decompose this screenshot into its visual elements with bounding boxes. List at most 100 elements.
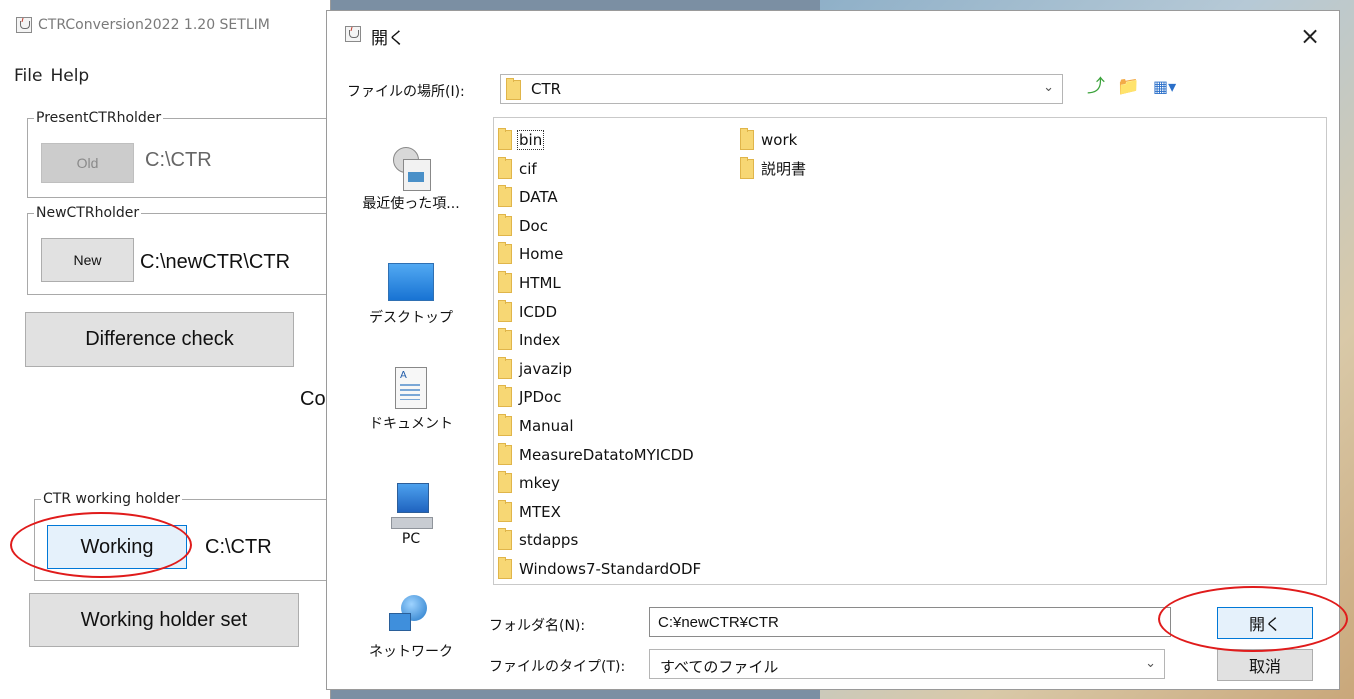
file-list-item-label: Doc	[519, 216, 548, 235]
file-type-combo[interactable]: すべてのファイル ⌄	[649, 649, 1165, 679]
file-list-item-label: mkey	[519, 474, 560, 493]
folder-icon	[498, 414, 512, 436]
file-list-item[interactable]: MeasureDatatoMYICDD	[498, 441, 695, 469]
working-holder-set-button[interactable]: Working holder set	[29, 593, 299, 647]
menu-help[interactable]: Help	[50, 66, 89, 86]
file-list-item[interactable]: 説明書	[740, 155, 807, 183]
file-list-item[interactable]: Doc	[498, 212, 549, 240]
file-list-item[interactable]: work	[740, 126, 798, 154]
folder-icon	[498, 356, 512, 379]
folder-icon	[740, 156, 754, 179]
cancel-button[interactable]: 取消	[1217, 649, 1313, 681]
documents-icon	[395, 367, 427, 409]
recent-items-icon	[389, 147, 433, 191]
place-pc[interactable]: PC	[345, 483, 477, 547]
file-list-item[interactable]: HTML	[498, 269, 562, 297]
look-in-combo[interactable]: CTR ⌄	[500, 74, 1063, 104]
folder-icon	[498, 385, 512, 408]
file-list-item[interactable]: ICDD	[498, 298, 558, 326]
folder-icon	[498, 499, 512, 522]
place-network[interactable]: ネットワーク	[345, 595, 477, 661]
file-list-item[interactable]: javazip	[498, 355, 573, 383]
close-icon[interactable]: ×	[1295, 21, 1325, 51]
chevron-down-icon: ⌄	[1043, 80, 1054, 95]
place-desktop-label: デスクトップ	[369, 310, 453, 326]
folder-icon	[498, 271, 512, 293]
truncated-label: Co	[300, 388, 326, 410]
file-list-item-label: cif	[519, 159, 537, 178]
working-path: C:\CTR	[205, 536, 272, 558]
file-list-item-label: Windows7-StandardODF	[519, 560, 702, 578]
place-documents[interactable]: ドキュメント	[345, 367, 477, 433]
place-pc-label: PC	[401, 531, 421, 547]
file-list-item[interactable]: MTEX	[498, 498, 562, 526]
view-menu-icon[interactable]: ▦▾	[1153, 77, 1176, 97]
open-dialog: 開く × ファイルの場所(I): CTR ⌄ ⤴ 📁 ▦▾ 最近使った項... …	[326, 10, 1340, 690]
menubar: File Help	[14, 66, 97, 86]
new-button[interactable]: New	[41, 238, 134, 282]
file-list-item[interactable]: JPDoc	[498, 383, 562, 411]
file-list-item[interactable]: cif	[498, 155, 538, 183]
file-list-item[interactable]: Windows7-StandardODF	[498, 555, 702, 583]
dialog-title: 開く	[371, 29, 405, 49]
main-window: CTRConversion2022 1.20 SETLIM File Help P…	[0, 0, 332, 699]
place-network-label: ネットワーク	[369, 644, 453, 660]
up-folder-icon[interactable]: ⤴	[1087, 77, 1105, 97]
file-list-item-label: HTML	[519, 274, 561, 292]
folder-icon	[498, 328, 512, 351]
file-list-item-label: Manual	[519, 417, 574, 435]
file-list-item-label: DATA	[519, 188, 558, 207]
place-recent-label: 最近使った項...	[362, 196, 460, 212]
difference-check-button[interactable]: Difference check	[25, 312, 294, 367]
file-list-item[interactable]: DATA	[498, 183, 559, 211]
present-ctr-holder-legend: PresentCTRholder	[34, 110, 164, 126]
java-icon	[16, 17, 32, 33]
network-icon	[389, 595, 433, 639]
desktop-icon	[388, 263, 434, 301]
look-in-label: ファイルの場所(I):	[347, 84, 465, 100]
folder-icon	[498, 299, 512, 322]
new-folder-icon[interactable]: 📁	[1117, 77, 1139, 97]
file-list-item-label: 説明書	[761, 160, 807, 179]
file-list-item-label: bin	[516, 130, 545, 150]
file-list-item-label: javazip	[519, 359, 572, 378]
main-window-title: CTRConversion2022 1.20 SETLIM	[38, 17, 270, 33]
file-list-item-label: MTEX	[519, 502, 561, 521]
menu-file[interactable]: File	[14, 66, 42, 86]
place-recent[interactable]: 最近使った項...	[345, 147, 477, 213]
file-list-item[interactable]: mkey	[498, 469, 561, 497]
file-list-item[interactable]: stdapps	[498, 526, 579, 554]
pc-icon	[391, 483, 433, 529]
dialog-title-bar: 開く ×	[327, 11, 1339, 59]
open-button-highlight	[1158, 586, 1348, 652]
file-list-item[interactable]: Manual	[498, 412, 575, 440]
main-title-bar: CTRConversion2022 1.20 SETLIM	[0, 0, 330, 58]
present-path: C:\CTR	[145, 149, 212, 171]
file-list-item[interactable]: Index	[498, 326, 561, 354]
file-list-item[interactable]: Home	[498, 240, 564, 268]
file-type-value: すべてのファイル	[660, 658, 779, 676]
folder-name-input[interactable]	[649, 607, 1171, 637]
file-list-item-label: Index	[519, 331, 561, 350]
folder-icon	[498, 213, 512, 236]
file-type-label: ファイルのタイプ(T):	[489, 659, 626, 675]
look-in-value: CTR	[531, 80, 562, 98]
folder-icon	[740, 128, 754, 150]
file-list-item-label: ICDD	[519, 302, 557, 321]
old-button[interactable]: Old	[41, 143, 134, 183]
folder-icon	[506, 78, 521, 100]
file-list[interactable]: bin cif DATA Doc Home HTML ICDD Index javazip JPD…	[493, 117, 1327, 585]
folder-icon	[498, 185, 512, 208]
chevron-down-icon: ⌄	[1145, 656, 1156, 671]
folder-icon	[498, 557, 512, 579]
file-list-item[interactable]: bin	[498, 126, 545, 154]
folder-icon	[498, 471, 512, 494]
file-list-item-label: work	[761, 131, 798, 149]
new-ctr-holder-legend: NewCTRholder	[34, 205, 142, 221]
place-desktop[interactable]: デスクトップ	[345, 263, 477, 327]
file-list-item-label: Home	[519, 245, 564, 264]
places-bar: 最近使った項... デスクトップ ドキュメント PC ネットワーク	[345, 117, 477, 673]
ctr-working-holder-legend: CTR working holder	[41, 491, 183, 507]
folder-icon	[498, 156, 512, 179]
folder-icon	[498, 442, 512, 465]
